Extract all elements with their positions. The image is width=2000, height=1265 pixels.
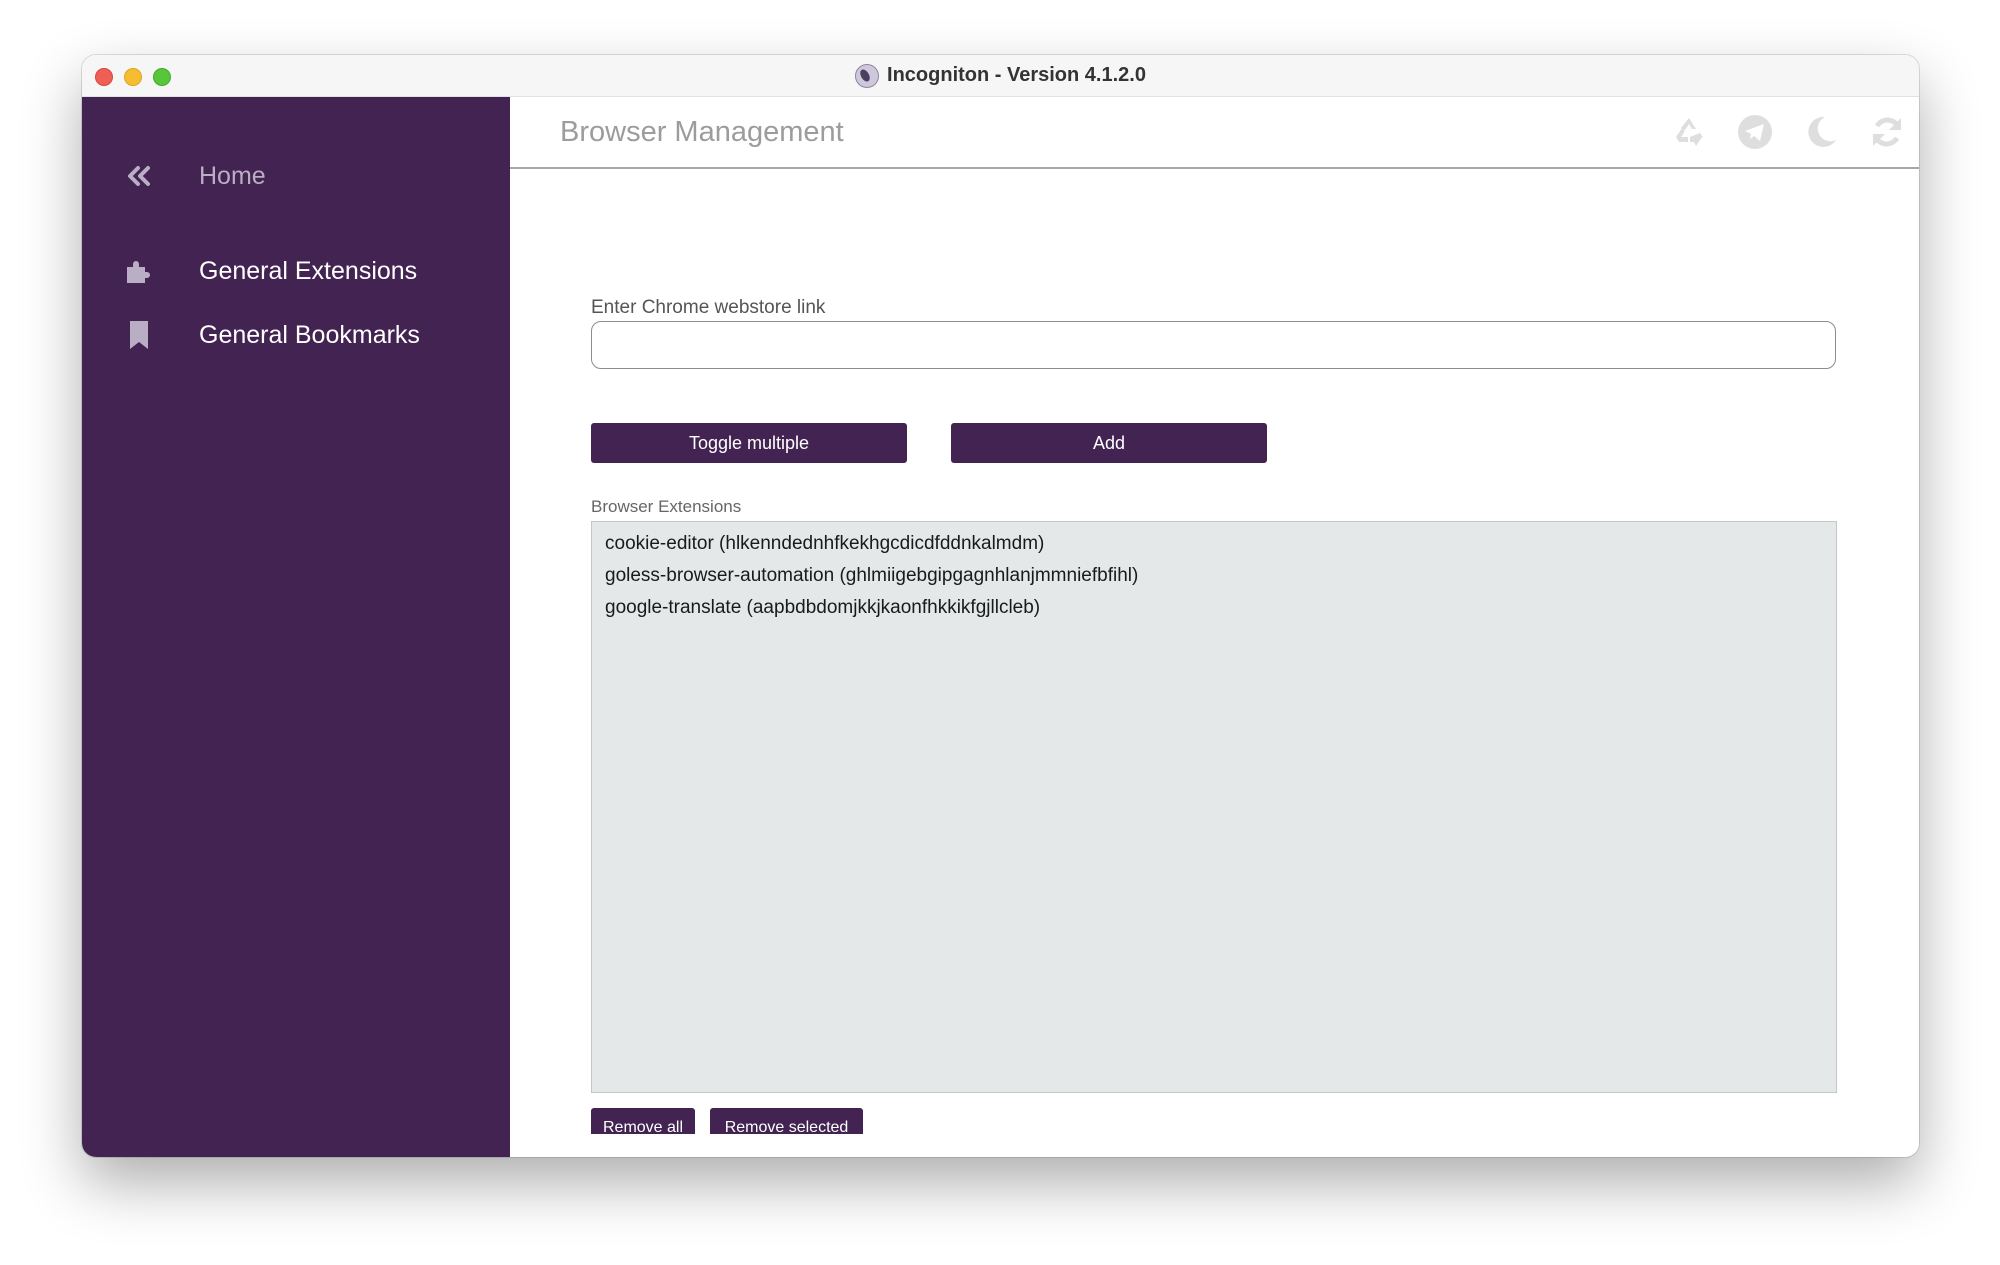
add-button[interactable]: Add: [951, 423, 1267, 463]
sidebar-item-general-extensions[interactable]: General Extensions: [82, 246, 510, 296]
browser-extensions-label: Browser Extensions: [591, 497, 742, 516]
sidebar: Home General Extensions General Bookmark…: [82, 97, 510, 1157]
sidebar-item-home[interactable]: Home: [82, 151, 510, 201]
main-content: Browser Management Enter Chrome webstore…: [510, 97, 1919, 1157]
page-header: Browser Management: [510, 97, 1919, 169]
app-window: Incogniton - Version 4.1.2.0 Home Genera…: [82, 55, 1919, 1157]
list-item[interactable]: google-translate (aapbdbdomjkkjkaonfhkki…: [592, 592, 1836, 624]
webstore-link-label: Enter Chrome webstore link: [591, 297, 826, 318]
webstore-link-input[interactable]: [591, 321, 1836, 369]
moon-icon[interactable]: [1802, 113, 1840, 151]
sidebar-item-general-bookmarks[interactable]: General Bookmarks: [82, 310, 510, 360]
window-title-group: Incogniton - Version 4.1.2.0: [82, 55, 1919, 96]
remove-selected-button[interactable]: Remove selected: [710, 1108, 863, 1134]
remove-all-button[interactable]: Remove all: [591, 1108, 695, 1134]
list-item[interactable]: goless-browser-automation (ghlmiigebgipg…: [592, 560, 1836, 592]
recycle-icon[interactable]: [1670, 113, 1708, 151]
double-chevron-left-icon: [124, 161, 154, 191]
page-title: Browser Management: [560, 116, 844, 148]
sidebar-item-label: General Extensions: [199, 256, 418, 285]
toggle-multiple-button[interactable]: Toggle multiple: [591, 423, 907, 463]
browser-extensions-list[interactable]: cookie-editor (hlkenndednhfkekhgcdicdfdd…: [591, 521, 1837, 1093]
list-actions: Remove all Remove selected: [591, 1108, 991, 1134]
title-bar: Incogniton - Version 4.1.2.0: [82, 55, 1919, 97]
window-title: Incogniton - Version 4.1.2.0: [887, 64, 1146, 86]
bookmark-icon: [124, 320, 154, 350]
refresh-icon[interactable]: [1868, 113, 1906, 151]
sidebar-item-label: Home: [199, 161, 266, 190]
telegram-icon[interactable]: [1736, 113, 1774, 151]
sidebar-item-label: General Bookmarks: [199, 320, 420, 349]
list-item[interactable]: cookie-editor (hlkenndednhfkekhgcdicdfdd…: [592, 528, 1836, 560]
app-logo-icon: [855, 63, 880, 88]
puzzle-icon: [124, 256, 154, 286]
